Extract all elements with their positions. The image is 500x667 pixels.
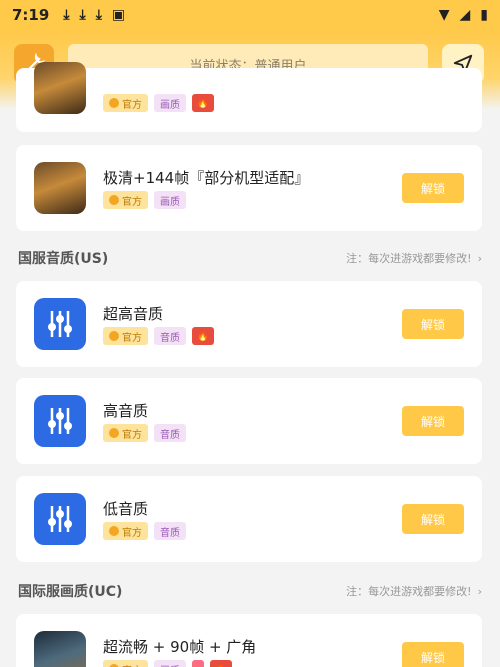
tag-row: 官方 音质 🔥 xyxy=(103,327,214,345)
section-note[interactable]: 注：每次进游戏都要修改! › xyxy=(346,250,482,266)
item-title: 超流畅 + 90帧 + 广角 xyxy=(103,638,257,656)
list-item[interactable]: 极清+144帧『部分机型适配』 官方 画质 解锁 xyxy=(16,145,482,231)
clock: 7:19 xyxy=(12,6,50,24)
game-thumbnail xyxy=(34,631,86,667)
item-title: 高音质 xyxy=(103,402,149,420)
unlock-button[interactable]: 解锁 xyxy=(402,406,464,436)
unlock-button[interactable]: 解锁 xyxy=(402,504,464,534)
equalizer-icon xyxy=(48,506,72,532)
unlock-button[interactable]: 解锁 xyxy=(402,309,464,339)
quality-tag: 音质 xyxy=(154,522,186,540)
fire-icon: 🔥 xyxy=(215,664,227,667)
list-item[interactable]: 超流畅 + 90帧 + 广角 官方 画质 🔥 解锁 xyxy=(16,614,482,667)
unlock-button[interactable]: 解锁 xyxy=(402,642,464,667)
tag-row: 官方 画质 🔥 xyxy=(103,94,214,112)
official-tag: 官方 xyxy=(103,522,148,540)
game-thumbnail xyxy=(34,62,86,114)
official-tag: 官方 xyxy=(103,94,148,112)
status-bar: 7:19 ⤓ ⤓ ⤓ ▣ ▼ ◢ ▮ xyxy=(0,0,500,30)
official-icon xyxy=(109,428,119,438)
official-tag: 官方 xyxy=(103,424,148,442)
unlock-button[interactable]: 解锁 xyxy=(402,173,464,203)
tag-row: 官方 画质 🔥 xyxy=(103,660,232,667)
list-item[interactable]: 超高音质 官方 音质 🔥 解锁 xyxy=(16,281,482,367)
official-tag: 官方 xyxy=(103,327,148,345)
equalizer-icon xyxy=(48,311,72,337)
tag-row: 官方 画质 xyxy=(103,191,186,209)
list-item[interactable]: 官方 画质 🔥 xyxy=(16,62,482,132)
list-item[interactable]: 高音质 官方 音质 解锁 xyxy=(16,378,482,464)
official-tag: 官方 xyxy=(103,191,148,209)
equalizer-thumbnail xyxy=(34,493,86,545)
app-icon: ▣ xyxy=(111,7,126,23)
fire-icon: 🔥 xyxy=(196,330,210,342)
list-item[interactable]: 低音质 官方 音质 解锁 xyxy=(16,476,482,562)
official-tag: 官方 xyxy=(103,660,148,667)
item-title: 超高音质 xyxy=(103,305,164,323)
quality-tag: 音质 xyxy=(154,327,186,345)
hot-tag: 🔥 xyxy=(192,327,214,345)
chevron-right-icon: › xyxy=(477,251,482,265)
equalizer-thumbnail xyxy=(34,395,86,447)
quality-tag: 画质 xyxy=(154,660,186,667)
game-thumbnail xyxy=(34,162,86,214)
hot-tag: 🔥 xyxy=(210,660,232,667)
equalizer-thumbnail xyxy=(34,298,86,350)
item-title: 低音质 xyxy=(103,500,149,518)
official-icon xyxy=(109,98,119,108)
section-header: 国际服画质(UC) 注：每次进游戏都要修改! › xyxy=(18,579,482,603)
battery-icon: ▮ xyxy=(480,7,488,23)
quality-tag: 音质 xyxy=(154,424,186,442)
official-icon xyxy=(109,195,119,205)
section-title: 国际服画质(UC) xyxy=(18,584,123,600)
equalizer-icon xyxy=(48,408,72,434)
download-icon: ⤓ xyxy=(79,7,86,23)
tag-row: 官方 音质 xyxy=(103,424,186,442)
section-note[interactable]: 注：每次进游戏都要修改! › xyxy=(346,583,482,599)
fire-icon: 🔥 xyxy=(196,97,210,109)
signal-icon: ◢ xyxy=(459,7,471,23)
official-icon xyxy=(109,331,119,341)
quality-tag: 画质 xyxy=(154,191,186,209)
wifi-icon: ▼ xyxy=(438,7,450,23)
official-icon xyxy=(109,526,119,536)
download-icon: ⤓ xyxy=(63,7,70,23)
section-header: 国服音质(US) 注：每次进游戏都要修改! › xyxy=(18,246,482,270)
chevron-right-icon: › xyxy=(477,584,482,598)
quality-tag: 画质 xyxy=(154,94,186,112)
tag-row: 官方 音质 xyxy=(103,522,186,540)
hot-tag: 🔥 xyxy=(192,94,214,112)
item-title: 极清+144帧『部分机型适配』 xyxy=(103,169,310,187)
download-icon: ⤓ xyxy=(95,7,102,23)
extra-tag xyxy=(192,660,204,667)
section-title: 国服音质(US) xyxy=(18,251,109,267)
